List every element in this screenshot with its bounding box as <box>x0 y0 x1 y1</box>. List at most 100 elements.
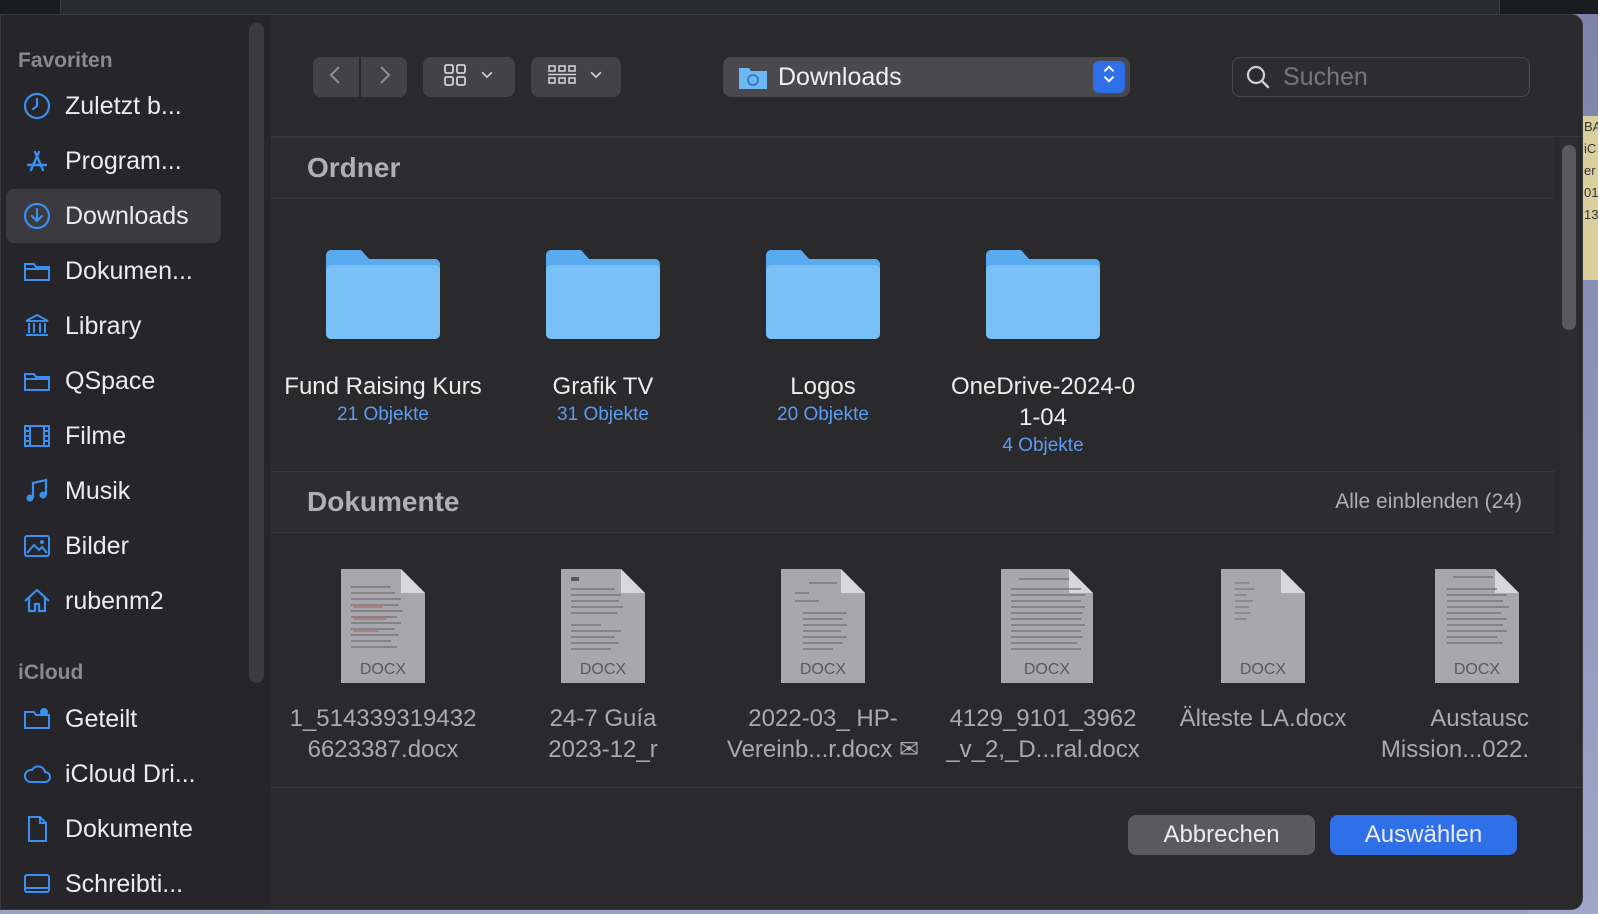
cancel-button[interactable]: Abbrechen <box>1128 815 1315 855</box>
sidebar-item-label: iCloud Dri... <box>65 759 196 788</box>
document-item[interactable]: DOCX 4129_9101_3962 _v_2,_D...ral.docx <box>933 567 1153 765</box>
group-view-icon <box>547 62 577 93</box>
folder-name: OneDrive-2024-0 1-04 <box>950 373 1136 431</box>
sidebar-item-documents[interactable]: Dokumen... <box>6 244 221 298</box>
folder-count: 21 Objekte <box>337 404 429 425</box>
document-name: 24-7 Guía 2023-12_r <box>548 705 658 763</box>
section-title: Dokumente <box>307 486 460 517</box>
sidebar-item-library[interactable]: Library <box>6 299 221 353</box>
download-icon <box>21 200 53 232</box>
document-item[interactable]: DOCX Älteste LA.docx <box>1153 567 1373 734</box>
document-icon <box>21 813 53 845</box>
folder-name: Logos <box>790 373 856 400</box>
photo-icon <box>21 530 53 562</box>
docx-file-icon: DOCX <box>1219 567 1307 685</box>
sidebar-item-home[interactable]: rubenm2 <box>6 574 221 628</box>
show-all-link[interactable]: Alle einblenden (24) <box>1335 490 1522 514</box>
document-item[interactable]: DOCX 2022-03_ HP- Vereinb...r.docx ✉ <box>713 567 933 765</box>
sidebar-item-icloud-drive[interactable]: iCloud Dri... <box>6 747 221 801</box>
group-by-button[interactable] <box>531 57 621 97</box>
sidebar-item-shared[interactable]: Geteilt <box>6 692 221 746</box>
clock-icon <box>21 90 53 122</box>
sidebar-item-label: Dokumente <box>65 814 193 843</box>
back-button[interactable] <box>313 57 359 97</box>
document-name: Älteste LA.docx <box>1179 705 1347 732</box>
sidebar-item-movies[interactable]: Filme <box>6 409 221 463</box>
toolbar: Downloads Suchen <box>271 15 1582 137</box>
svg-text:DOCX: DOCX <box>800 661 847 678</box>
location-stepper[interactable] <box>1093 61 1125 93</box>
search-icon <box>1245 64 1271 90</box>
folder-item[interactable]: Logos 20 Objekte <box>713 243 933 426</box>
search-placeholder: Suchen <box>1283 62 1368 91</box>
folder-icon <box>21 255 53 287</box>
folder-name: Fund Raising Kurs <box>284 373 482 400</box>
file-browser: Downloads Suchen Ordner Fund Raising Kur… <box>271 15 1582 909</box>
docx-file-icon: DOCX <box>779 567 867 685</box>
section-title: Ordner <box>307 152 401 183</box>
sidebar-item-applications[interactable]: Program... <box>6 134 221 188</box>
folder-icon <box>933 243 1153 343</box>
folder-item[interactable]: OneDrive-2024-0 1-04 4 Objekte <box>933 243 1153 457</box>
content-scrollbar-thumb[interactable] <box>1562 145 1576 330</box>
open-file-dialog: Favoriten Zuletzt b... Program... Downlo… <box>0 14 1583 910</box>
sidebar-item-label: Dokumen... <box>65 256 193 285</box>
sidebar-item-icloud-documents[interactable]: Dokumente <box>6 802 221 856</box>
sidebar-item-label: Program... <box>65 146 182 175</box>
document-item[interactable]: DOCX 24-7 Guía 2023-12_r <box>493 567 713 765</box>
svg-text:DOCX: DOCX <box>1024 661 1071 678</box>
chevron-right-icon <box>371 62 397 93</box>
sidebar-item-qspace[interactable]: QSpace <box>6 354 221 408</box>
folder-count: 31 Objekte <box>557 404 649 425</box>
sidebar-item-label: Zuletzt b... <box>65 91 182 120</box>
sidebar-item-label: Filme <box>65 421 127 450</box>
sidebar-item-label: Downloads <box>65 201 189 230</box>
svg-text:DOCX: DOCX <box>1454 661 1501 678</box>
up-down-chevron-icon <box>1100 63 1118 92</box>
sidebar-item-pictures[interactable]: Bilder <box>6 519 221 573</box>
sidebar-item-desktop[interactable]: Schreibti... <box>6 857 221 909</box>
sidebar: Favoriten Zuletzt b... Program... Downlo… <box>1 15 271 909</box>
shared-folder-icon <box>21 703 53 735</box>
docx-file-icon: DOCX <box>559 567 647 685</box>
folder-item[interactable]: Fund Raising Kurs 21 Objekte <box>273 243 493 426</box>
section-header-documents: Dokumente Alle einblenden (24) <box>271 471 1554 533</box>
sidebar-item-label: rubenm2 <box>65 586 164 615</box>
downloads-folder-icon <box>738 64 768 90</box>
sidebar-item-downloads[interactable]: Downloads <box>6 189 221 243</box>
folder-icon <box>21 365 53 397</box>
folder-icon <box>273 243 493 343</box>
sidebar-item-label: Bilder <box>65 531 129 560</box>
svg-text:DOCX: DOCX <box>360 661 407 678</box>
docx-file-icon: DOCX <box>339 567 427 685</box>
search-field[interactable]: Suchen <box>1232 57 1530 97</box>
document-item[interactable]: DOCX 1_514339319432 6623387.docx <box>273 567 493 765</box>
grid-view-icon <box>442 62 468 93</box>
chevron-down-icon <box>587 66 605 89</box>
apps-icon <box>21 145 53 177</box>
music-icon <box>21 475 53 507</box>
sidebar-item-label: Schreibti... <box>65 869 184 898</box>
file-list: Ordner Fund Raising Kurs 21 Objekte Graf… <box>271 137 1562 787</box>
folder-count: 20 Objekte <box>777 404 869 425</box>
document-name: Austausc Mission...022. <box>1380 705 1529 763</box>
home-icon <box>21 585 53 617</box>
sidebar-item-recents[interactable]: Zuletzt b... <box>6 79 221 133</box>
document-item[interactable]: DOCX Austausc Mission...022. <box>1373 567 1533 765</box>
forward-button[interactable] <box>361 57 407 97</box>
background-window-edge <box>60 0 1500 14</box>
sidebar-item-music[interactable]: Musik <box>6 464 221 518</box>
sidebar-scrollbar[interactable] <box>249 23 264 683</box>
view-mode-button[interactable] <box>423 57 515 97</box>
location-popup[interactable]: Downloads <box>723 57 1130 97</box>
desktop-icon <box>21 868 53 900</box>
folder-item[interactable]: Grafik TV 31 Objekte <box>493 243 713 426</box>
folder-count: 4 Objekte <box>1002 435 1084 456</box>
film-icon <box>21 420 53 452</box>
library-icon <box>21 310 53 342</box>
location-label: Downloads <box>778 62 902 91</box>
chevron-down-icon <box>478 66 496 89</box>
folder-icon <box>493 243 713 343</box>
folder-icon <box>713 243 933 343</box>
choose-button[interactable]: Auswählen <box>1330 815 1517 855</box>
